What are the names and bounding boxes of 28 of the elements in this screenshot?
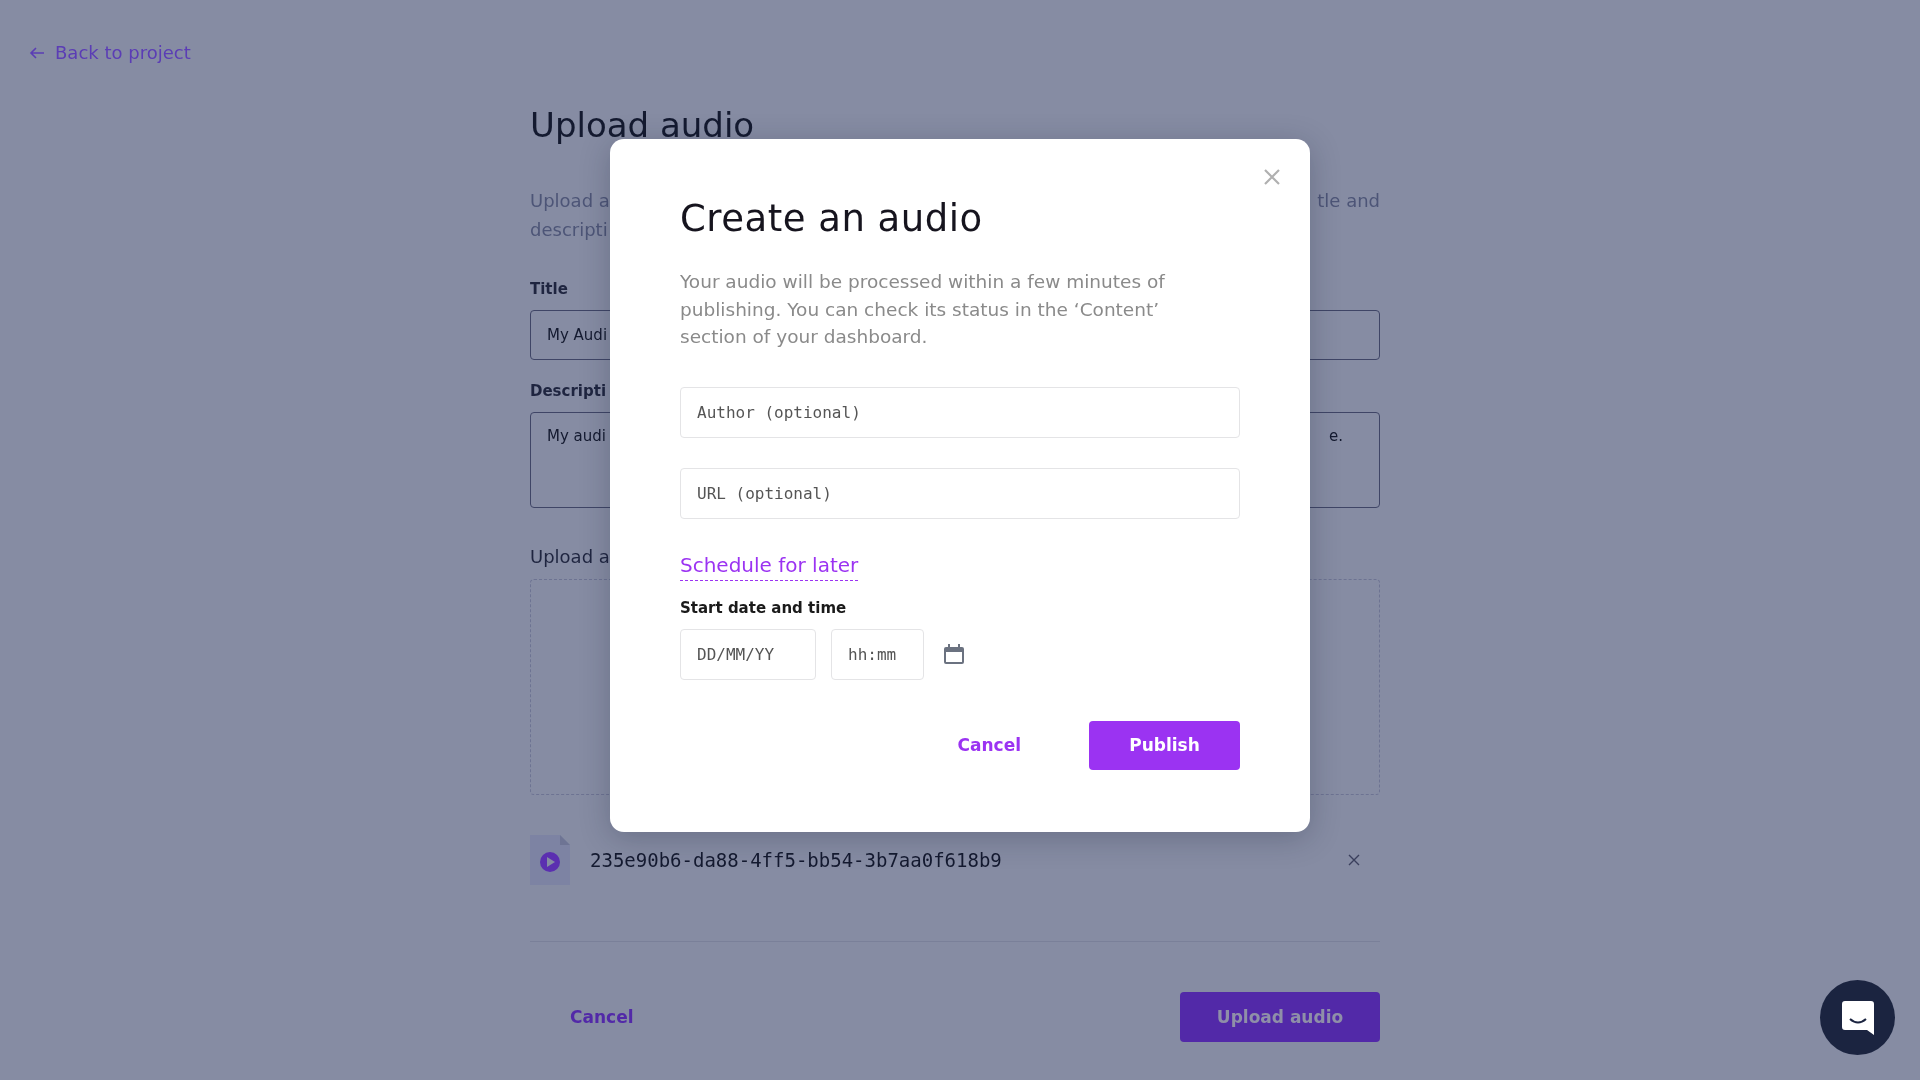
text-field[interactable]: URL (optional) <box>680 467 1240 519</box>
file-name: 235e90b6-da88-4ff5-bb54-3b7aa0f618b9 <box>590 848 1003 871</box>
close-icon <box>1264 169 1280 185</box>
dialog-title: Create an audio <box>680 197 984 240</box>
date-field[interactable]: DD/MM/YY <box>680 628 816 680</box>
cancel-button[interactable]: Cancel <box>530 992 674 1041</box>
publish-button[interactable]: Publish <box>1089 720 1240 770</box>
dialog-text: Your audio will be processed within a few minutes of publishing. You can check its status in the ‘Content’ section of your dashboard. <box>680 270 1166 349</box>
field-label: Upload a <box>530 545 610 568</box>
field-label: Title <box>530 279 568 298</box>
intro-text: descripti <box>530 217 608 242</box>
field-value: My audi <box>547 426 606 445</box>
field-value: My Audi <box>547 325 608 344</box>
intro-text: tle and <box>1317 188 1380 213</box>
field-value: e. <box>1329 426 1343 445</box>
time-field[interactable]: hh:mm <box>831 628 924 680</box>
calendar-icon <box>943 643 965 665</box>
schedule-link[interactable]: Schedule for later <box>680 552 859 581</box>
field-label: Descripti <box>530 381 607 400</box>
field-label: Start date and time <box>680 598 848 617</box>
text-field[interactable]: Author (optional) <box>680 386 1240 438</box>
arrow-left-icon <box>29 44 45 61</box>
audio-file-icon <box>530 834 570 885</box>
chat-icon <box>1841 1000 1874 1035</box>
close-icon <box>1348 853 1360 866</box>
cancel-button[interactable]: Cancel <box>929 721 1049 769</box>
upload-button[interactable]: Upload audio <box>1180 991 1380 1042</box>
page-heading: Upload audio <box>530 104 756 145</box>
